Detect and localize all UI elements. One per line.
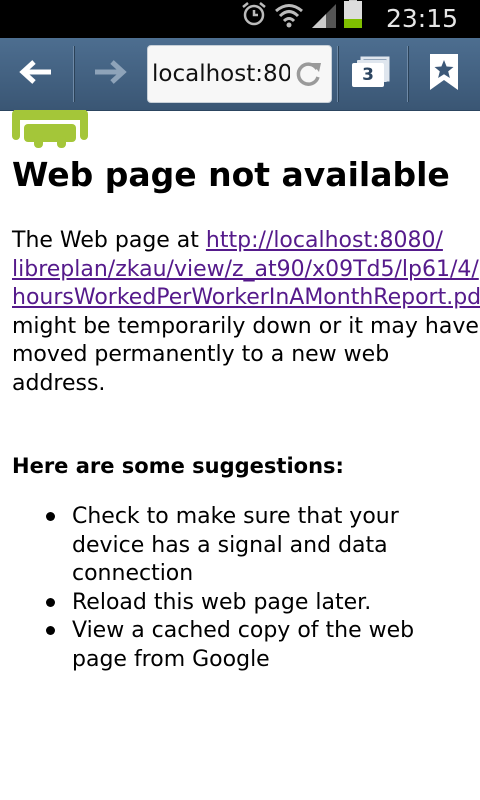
page-title: Web page not available (12, 155, 450, 194)
status-icons (240, 0, 362, 32)
wifi-icon (274, 2, 304, 32)
bullet-icon (46, 626, 55, 635)
back-button[interactable] (0, 38, 72, 110)
status-time: 23:15 (385, 4, 458, 33)
android-robot-icon (12, 110, 88, 152)
suggestions-list: Check to make sure that your device has … (12, 503, 472, 674)
url-text[interactable]: localhost:8080 (152, 59, 290, 89)
forward-arrow-icon (93, 59, 127, 89)
suggestion-text: Check to make sure that your device has … (72, 504, 399, 586)
bullet-icon (46, 597, 55, 607)
error-explanation: might be temporarily down or it may have… (12, 313, 479, 396)
signal-icon (310, 2, 338, 32)
tab-count-badge[interactable]: 3 (352, 63, 384, 87)
forward-button[interactable] (74, 38, 146, 110)
suggestions-heading: Here are some suggestions: (12, 454, 344, 478)
list-item: Check to make sure that your device has … (12, 503, 472, 589)
suggestion-text: Reload this web page later. (72, 589, 372, 615)
url-bar[interactable]: localhost:8080 (147, 45, 332, 103)
bullet-icon (46, 512, 55, 521)
bookmark-star-icon (428, 52, 460, 96)
status-bar: 23:15 (0, 0, 480, 38)
list-item: View a cached copy of the web page from … (12, 617, 472, 674)
battery-icon (344, 0, 362, 32)
suggestion-text: View a cached copy of the web page from … (72, 618, 415, 672)
reload-icon[interactable] (293, 59, 323, 93)
alarm-icon (240, 0, 268, 32)
error-message: The Web page at http://localhost:8080/​l… (12, 227, 480, 398)
bookmarks-button[interactable] (408, 38, 480, 110)
intro-text: The Web page at (12, 228, 206, 253)
list-item: Reload this web page later. (12, 589, 472, 618)
back-arrow-icon (19, 59, 53, 89)
